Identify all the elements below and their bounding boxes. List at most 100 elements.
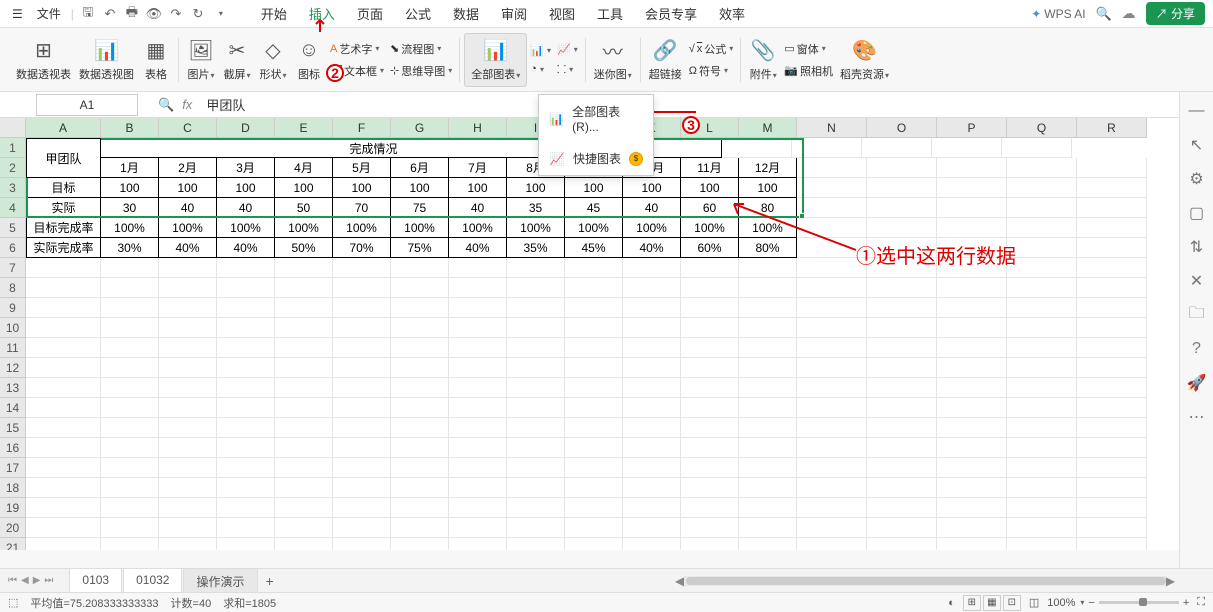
cell[interactable]	[217, 518, 275, 538]
cell[interactable]	[797, 498, 867, 518]
cell[interactable]: 100%	[681, 218, 739, 238]
cell[interactable]	[1007, 278, 1077, 298]
cell[interactable]	[391, 458, 449, 478]
cell[interactable]: 40	[623, 198, 681, 218]
share-button[interactable]: ↗ 分享	[1146, 2, 1205, 25]
cell[interactable]	[623, 298, 681, 318]
cell[interactable]	[507, 258, 565, 278]
cell[interactable]	[26, 378, 101, 398]
cell[interactable]	[217, 398, 275, 418]
cell[interactable]	[449, 378, 507, 398]
cell[interactable]: 100%	[739, 218, 797, 238]
cell[interactable]	[867, 538, 937, 550]
cell[interactable]	[1077, 318, 1147, 338]
tab-insert[interactable]: 插入	[307, 0, 337, 27]
sparkline-button[interactable]: 〰迷你图▾	[590, 36, 636, 84]
cell[interactable]	[391, 378, 449, 398]
cell[interactable]	[867, 338, 937, 358]
cell[interactable]	[681, 478, 739, 498]
cell[interactable]	[937, 498, 1007, 518]
cell[interactable]	[797, 478, 867, 498]
cell[interactable]: 100%	[159, 218, 217, 238]
cell[interactable]	[217, 358, 275, 378]
map-icon[interactable]: 🗀	[1188, 306, 1206, 324]
cell[interactable]	[101, 418, 159, 438]
pivot-chart-button[interactable]: 📊数据透视图	[75, 36, 138, 84]
zoom-out-icon[interactable]: −	[1088, 597, 1094, 609]
cell[interactable]: 100%	[623, 218, 681, 238]
cell[interactable]: 35	[507, 198, 565, 218]
cell[interactable]	[739, 338, 797, 358]
cell[interactable]	[1077, 458, 1147, 478]
col-header[interactable]: Q	[1007, 118, 1077, 138]
cell[interactable]	[333, 418, 391, 438]
col-header[interactable]: M	[739, 118, 797, 138]
cell[interactable]	[333, 398, 391, 418]
cell[interactable]	[1007, 178, 1077, 198]
bar-chart-button[interactable]: 📊▾	[527, 42, 554, 59]
cell[interactable]	[937, 218, 1007, 238]
cell[interactable]	[275, 298, 333, 318]
cell[interactable]	[275, 538, 333, 550]
cell[interactable]: 100	[101, 178, 159, 198]
cell[interactable]	[565, 438, 623, 458]
cell[interactable]	[507, 398, 565, 418]
cell[interactable]	[623, 478, 681, 498]
cell[interactable]	[26, 278, 101, 298]
cell[interactable]	[797, 198, 867, 218]
cell[interactable]	[739, 498, 797, 518]
cell[interactable]: 7月	[449, 158, 507, 178]
dropdown-quick-chart[interactable]: 📈 快捷图表 $	[539, 142, 653, 175]
line-chart-button[interactable]: 📈▾	[554, 41, 581, 58]
cell[interactable]	[1077, 198, 1147, 218]
cell[interactable]	[797, 338, 867, 358]
cell[interactable]	[391, 438, 449, 458]
cell[interactable]	[101, 278, 159, 298]
cell[interactable]	[797, 278, 867, 298]
cell[interactable]	[681, 318, 739, 338]
cell[interactable]	[449, 278, 507, 298]
cell[interactable]	[1007, 518, 1077, 538]
collapse-icon[interactable]: —	[1188, 102, 1206, 120]
cell[interactable]	[159, 498, 217, 518]
hamburger-icon[interactable]: ☰	[8, 5, 27, 23]
cell[interactable]	[333, 498, 391, 518]
cell[interactable]	[507, 458, 565, 478]
cell[interactable]	[159, 318, 217, 338]
cell[interactable]	[867, 158, 937, 178]
cell[interactable]	[159, 518, 217, 538]
cell[interactable]	[449, 258, 507, 278]
cell[interactable]	[1077, 178, 1147, 198]
cell[interactable]	[101, 398, 159, 418]
cell[interactable]: 100%	[449, 218, 507, 238]
sheet-prev-icon[interactable]: ◀	[21, 575, 29, 586]
cell[interactable]: 100	[333, 178, 391, 198]
sheet-next-icon[interactable]: ▶	[33, 575, 41, 586]
cell[interactable]	[391, 398, 449, 418]
cell[interactable]	[1007, 418, 1077, 438]
file-menu[interactable]: 文件	[33, 3, 65, 24]
sheet-first-icon[interactable]: ⏮	[8, 575, 17, 586]
cell[interactable]	[217, 458, 275, 478]
cell[interactable]	[797, 418, 867, 438]
cell[interactable]	[867, 478, 937, 498]
cell[interactable]	[797, 358, 867, 378]
cell[interactable]	[1007, 358, 1077, 378]
cell[interactable]: 2月	[159, 158, 217, 178]
cell[interactable]	[681, 418, 739, 438]
cell[interactable]	[275, 418, 333, 438]
col-header[interactable]: G	[391, 118, 449, 138]
cell[interactable]	[1077, 438, 1147, 458]
cell[interactable]	[26, 358, 101, 378]
cell[interactable]	[681, 398, 739, 418]
cell[interactable]	[333, 518, 391, 538]
icons-button[interactable]: ☺图标	[291, 36, 327, 84]
col-header[interactable]: B	[101, 118, 159, 138]
sort-icon[interactable]: ⇅	[1188, 238, 1206, 256]
cell[interactable]	[565, 398, 623, 418]
cell[interactable]	[391, 518, 449, 538]
row-header[interactable]: 7	[0, 258, 26, 278]
cell[interactable]	[275, 378, 333, 398]
cell[interactable]: 100%	[333, 218, 391, 238]
cell[interactable]	[26, 498, 101, 518]
